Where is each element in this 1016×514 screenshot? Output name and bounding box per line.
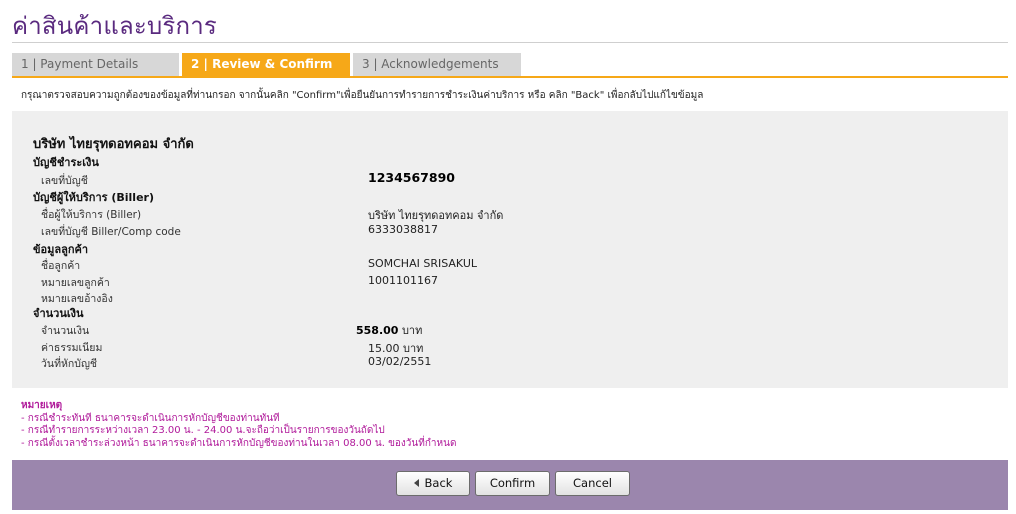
back-button[interactable]: Back — [396, 471, 470, 496]
notes-title: หมายเหตุ — [21, 400, 63, 411]
customer-no-value: 1001101167 — [368, 274, 438, 287]
review-panel: บริษัท ไทยรุทดอทคอม จำกัด บัญชีชำระเงิน … — [12, 111, 1008, 388]
arrow-left-icon — [413, 479, 419, 487]
customer-no-label: หมายเลขลูกค้า — [41, 277, 110, 289]
tab-review-confirm[interactable]: 2 | Review & Confirm — [182, 53, 350, 76]
company-name: บริษัท ไทยรุทดอทคอม จำกัด — [33, 137, 194, 152]
confirm-button[interactable]: Confirm — [475, 471, 550, 496]
tab-acknowledgements[interactable]: 3 | Acknowledgements — [353, 53, 521, 76]
customer-name-value: SOMCHAI SRISAKUL — [368, 257, 478, 270]
instruction-text: กรุณาตรวจสอบความถูกต้องของข้อมูลที่ท่านก… — [21, 90, 704, 101]
biller-name-value: บริษัท ไทยรุทดอทคอม จำกัด — [368, 209, 504, 222]
step-tabs: 1 | Payment Details 2 | Review & Confirm… — [12, 53, 521, 76]
note-item: - กรณีตั้งเวลาชำระล่วงหน้า ธนาคารจะดำเนิ… — [21, 437, 457, 449]
fee-label: ค่าธรรมเนียม — [41, 342, 103, 354]
account-no-label: เลขที่บัญชี — [41, 175, 88, 187]
biller-heading: บัญชีผู้ให้บริการ (Biller) — [33, 191, 154, 204]
note-item: - กรณีชำระทันที ธนาคารจะดำเนินการหักบัญช… — [21, 412, 280, 424]
amount-value: 558.00 บาท — [356, 321, 422, 339]
page-title: ค่าสินค้าและบริการ — [12, 12, 218, 40]
debit-date-label: วันที่หักบัญชี — [41, 358, 98, 370]
account-no-value: 1234567890 — [368, 170, 455, 185]
tab-divider — [12, 76, 1008, 78]
back-button-label: Back — [424, 476, 453, 490]
cancel-button[interactable]: Cancel — [555, 471, 630, 496]
customer-heading: ข้อมูลลูกค้า — [33, 243, 89, 256]
title-divider — [12, 42, 1008, 43]
tab-payment-details[interactable]: 1 | Payment Details — [12, 53, 179, 76]
amount-heading: จำนวนเงิน — [33, 307, 84, 320]
biller-name-label: ชื่อผู้ให้บริการ (Biller) — [41, 209, 142, 221]
action-bar: Back Confirm Cancel — [12, 460, 1008, 510]
payment-account-heading: บัญชีชำระเงิน — [33, 156, 99, 169]
amount-label: จำนวนเงิน — [41, 325, 90, 337]
debit-date-value: 03/02/2551 — [368, 355, 432, 368]
amount-currency: บาท — [401, 324, 423, 337]
amount-number: 558.00 — [356, 324, 399, 337]
biller-code-label: เลขที่บัญชี Biller/Comp code — [41, 226, 181, 238]
note-item: - กรณีทำรายการระหว่างเวลา 23.00 น. - 24.… — [21, 425, 385, 436]
customer-name-label: ชื่อลูกค้า — [41, 260, 81, 272]
biller-code-value: 6333038817 — [368, 223, 438, 236]
notes-section: หมายเหตุ - กรณีชำระทันที ธนาคารจะดำเนินก… — [21, 400, 456, 450]
